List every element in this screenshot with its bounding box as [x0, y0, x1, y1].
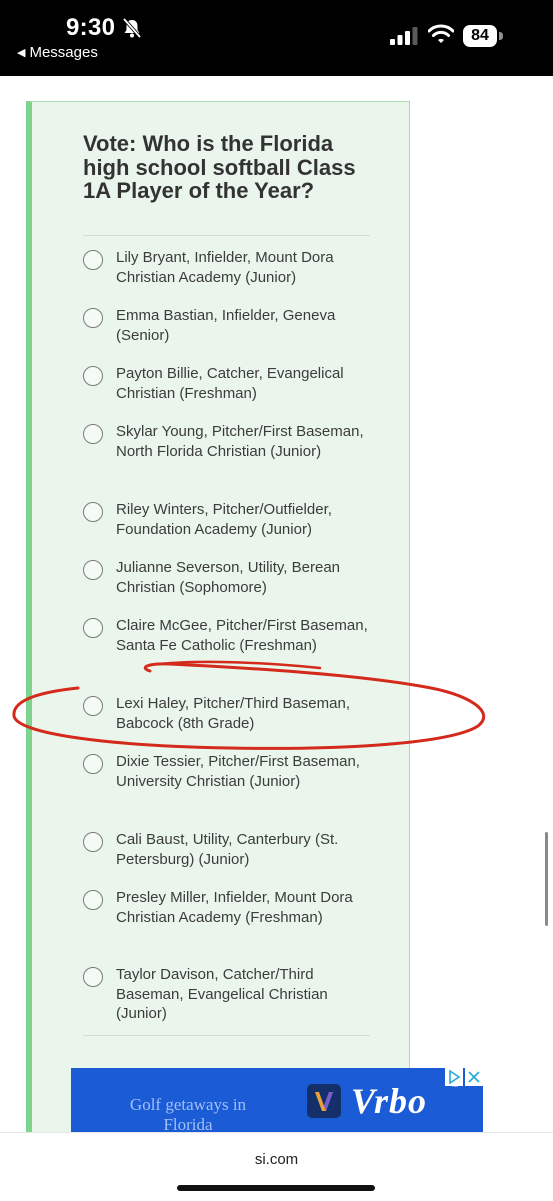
radio-button[interactable]: [83, 502, 103, 522]
poll-option-label: Skylar Young, Pitcher/First Baseman, Nor…: [116, 423, 364, 460]
radio-button[interactable]: [83, 560, 103, 580]
poll-option-label: Lexi Haley, Pitcher/Third Baseman, Babco…: [116, 695, 350, 732]
poll-card: Vote: Who is the Florida high school sof…: [26, 101, 410, 1151]
vrbo-logo-icon: [307, 1084, 341, 1118]
radio-button[interactable]: [83, 618, 103, 638]
home-indicator[interactable]: [177, 1185, 375, 1191]
poll-option-label: Payton Billie, Catcher, Evangelical Chri…: [116, 365, 344, 402]
back-triangle-icon: ◀: [17, 47, 26, 59]
radio-button[interactable]: [83, 696, 103, 716]
poll-divider-top: [83, 235, 370, 236]
ad-banner[interactable]: Golf getaways in Florida Vrbo ™: [71, 1068, 483, 1132]
ad-brand: Vrbo: [351, 1081, 428, 1121]
poll-option-label: Presley Miller, Infielder, Mount Dora Ch…: [116, 889, 353, 926]
poll-option-label: Dixie Tessier, Pitcher/First Baseman, Un…: [116, 753, 360, 790]
poll-option-label: Claire McGee, Pitcher/First Baseman, San…: [116, 617, 368, 654]
scrollbar[interactable]: [545, 832, 548, 926]
poll-option-label: Cali Baust, Utility, Canterbury (St. Pet…: [116, 831, 339, 868]
radio-button[interactable]: [83, 890, 103, 910]
ad-text: Golf getaways in Florida: [129, 1095, 247, 1132]
poll-option-label: Taylor Davison, Catcher/Third Baseman, E…: [116, 966, 328, 1022]
poll-option-label: Emma Bastian, Infielder, Geneva (Senior): [116, 307, 336, 344]
wifi-icon: [428, 24, 454, 43]
radio-button[interactable]: [83, 754, 103, 774]
battery-icon: 84: [463, 25, 503, 47]
radio-button[interactable]: [83, 308, 103, 328]
radio-button[interactable]: [83, 967, 103, 987]
cellular-signal-icon: [390, 27, 418, 45]
poll-option-label: Julianne Severson, Utility, Berean Chris…: [116, 559, 341, 596]
radio-button[interactable]: [83, 250, 103, 270]
url-text[interactable]: si.com: [0, 1151, 553, 1168]
browser-url-bar[interactable]: si.com: [0, 1132, 553, 1201]
bell-slash-icon: [122, 17, 142, 39]
poll-option-label: Lily Bryant, Infielder, Mount Dora Chris…: [116, 249, 334, 286]
radio-button[interactable]: [83, 424, 103, 444]
poll-title: Vote: Who is the Florida high school sof…: [83, 131, 356, 203]
status-time: 9:30: [66, 14, 116, 41]
status-bar: 9:30 ◀ Messages 84: [0, 0, 553, 76]
close-ad-icon[interactable]: [465, 1068, 483, 1086]
poll-divider-bottom: [83, 1035, 370, 1036]
poll-option-label: Riley Winters, Pitcher/Outfielder, Found…: [116, 501, 332, 538]
radio-button[interactable]: [83, 832, 103, 852]
radio-button[interactable]: [83, 366, 103, 386]
back-to-messages-link[interactable]: ◀ Messages: [17, 44, 98, 61]
ad-choices-icon[interactable]: [445, 1068, 463, 1086]
back-link-label: Messages: [29, 44, 98, 61]
battery-level: 84: [463, 25, 497, 47]
battery-tip: [499, 32, 503, 40]
